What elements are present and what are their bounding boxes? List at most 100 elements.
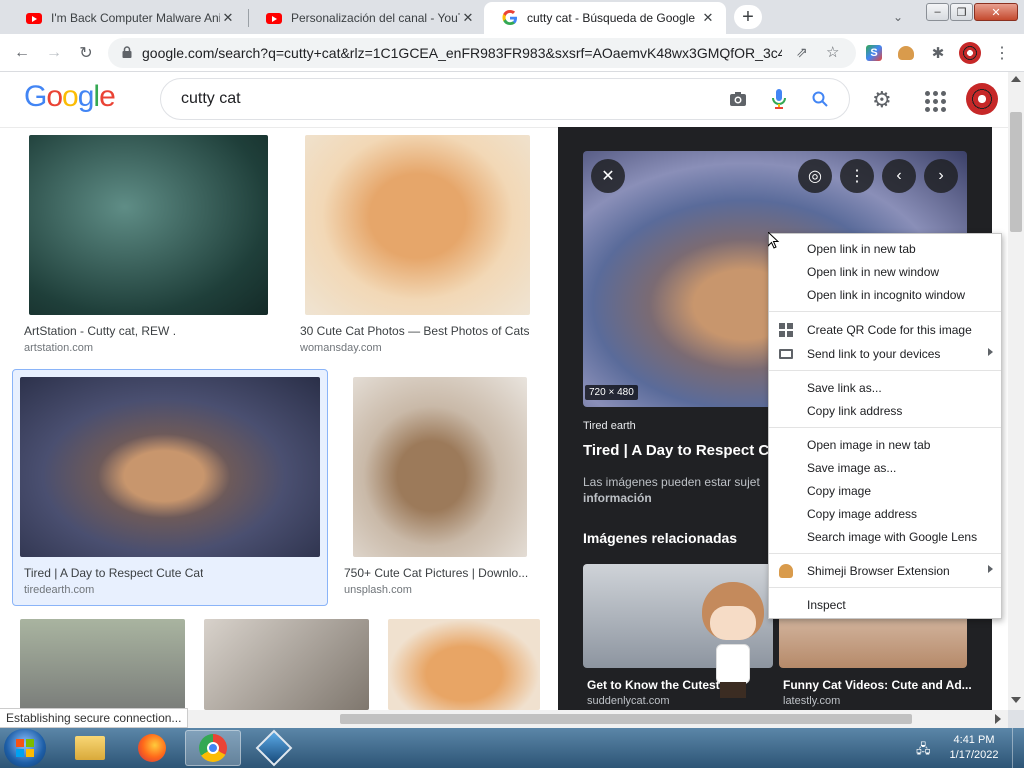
share-icon[interactable]: ⇗ [796,44,808,61]
clock-date: 1/17/2022 [949,749,999,761]
image-result[interactable] [20,619,185,710]
address-bar[interactable]: google.com/search?q=cutty+cat&rlz=1C1GCE… [108,38,856,68]
menu-save-link-as[interactable]: Save link as... [769,377,1001,399]
taskbar-firefox[interactable] [124,730,180,766]
scroll-down-icon[interactable] [1011,697,1021,703]
next-button[interactable]: › [924,159,958,193]
result-title[interactable]: 30 Cute Cat Photos — Best Photos of Cats [300,324,529,338]
minimize-button[interactable]: ‒ [926,3,949,21]
forward-button[interactable]: → [42,41,66,65]
google-header: Google cutty cat ⚙ [0,72,1008,128]
taskbar-clock[interactable]: 4:41 PM 1/17/2022 [944,733,1004,763]
result-thumbnail[interactable] [388,619,540,710]
scroll-up-icon[interactable] [1011,76,1021,82]
start-button[interactable] [4,729,46,767]
extensions-button[interactable]: ✱ [926,41,950,65]
tab-youtube-channel[interactable]: Personalización del canal - YouTu ✕ [248,2,486,34]
more-options-button[interactable]: ⋮ [840,159,874,193]
bookmark-star-icon[interactable]: ☆ [826,43,839,61]
microphone-icon[interactable] [767,87,791,111]
reload-button[interactable]: ↻ [74,41,98,65]
image-result[interactable]: 750+ Cute Cat Pictures | Downlo... unspl… [344,377,544,599]
previous-button[interactable]: ‹ [882,159,916,193]
tab-google-search[interactable]: cutty cat - Búsqueda de Google ✕ [484,2,726,34]
more-info-link[interactable]: información [583,491,652,505]
search-icon[interactable] [808,87,832,111]
menu-button[interactable]: ⋮ [990,41,1014,65]
image-result[interactable] [388,619,540,710]
menu-copy-image-address[interactable]: Copy image address [769,503,1001,525]
menu-open-link-new-tab[interactable]: Open link in new tab [769,238,1001,260]
close-tab-icon[interactable]: ✕ [220,10,236,26]
tab-youtube-malware[interactable]: I'm Back Computer Malware Anim ✕ [8,2,246,34]
menu-create-qr-code[interactable]: Create QR Code for this image [769,319,1001,341]
shimeji-extension-button[interactable] [894,41,918,65]
firefox-icon [138,734,166,762]
new-tab-button[interactable]: + [734,5,762,29]
menu-search-google-lens[interactable]: Search image with Google Lens [769,526,1001,548]
close-tab-icon[interactable]: ✕ [700,10,716,26]
menu-copy-image[interactable]: Copy image [769,480,1001,502]
account-avatar[interactable] [966,83,998,115]
menu-open-image-new-tab[interactable]: Open image in new tab [769,434,1001,456]
back-button[interactable]: ← [10,41,34,65]
scroll-right-icon[interactable] [995,714,1001,724]
avatar [959,42,981,64]
taskbar-virtualbox[interactable] [246,729,302,767]
google-logo[interactable]: Google [24,80,116,114]
preview-title[interactable]: Tired | A Day to Respect Cut [583,442,783,459]
menu-item-label: Copy image address [807,507,918,521]
menu-inspect[interactable]: Inspect [769,594,1001,616]
scrollbar-thumb[interactable] [1010,112,1022,232]
profile-button[interactable] [958,41,982,65]
preview-source[interactable]: Tired earth [583,420,636,432]
vertical-scrollbar[interactable] [1008,72,1024,710]
related-images-heading: Imágenes relacionadas [583,530,738,546]
menu-shimeji-extension[interactable]: Shimeji Browser Extension [769,560,1001,582]
result-thumbnail[interactable] [353,377,527,557]
scrollbar-thumb[interactable] [340,714,912,724]
menu-item-label: Open link in new tab [807,242,916,256]
lens-button[interactable]: ◎ [798,159,832,193]
close-preview-button[interactable]: ✕ [591,159,625,193]
lock-icon [122,45,132,61]
taskbar-chrome[interactable] [185,730,241,766]
image-result-selected[interactable]: Tired | A Day to Respect Cute Cat tirede… [20,377,320,599]
related-title-2[interactable]: Funny Cat Videos: Cute and Ad... [783,678,972,692]
search-box[interactable]: cutty cat [160,78,850,120]
tab-search-button[interactable]: ⌄ [886,5,910,29]
taskbar-file-explorer[interactable] [62,730,118,766]
extension-s-button[interactable]: S [862,41,886,65]
result-thumbnail[interactable] [204,619,369,710]
shimeji-character[interactable] [694,582,774,710]
apps-button[interactable] [922,88,946,112]
search-input[interactable]: cutty cat [181,90,726,108]
menu-item-label: Copy image [807,484,872,498]
result-thumbnail[interactable] [20,619,185,710]
camera-icon[interactable] [726,87,750,111]
plus-icon: + [742,5,754,28]
result-thumbnail[interactable] [20,377,320,557]
close-tab-icon[interactable]: ✕ [460,10,476,26]
image-result[interactable]: ArtStation - Cutty cat, REW . artstation… [24,135,274,360]
result-title[interactable]: ArtStation - Cutty cat, REW . [24,324,176,338]
result-thumbnail[interactable] [305,135,530,315]
menu-save-image-as[interactable]: Save image as... [769,457,1001,479]
show-desktop-button[interactable] [1012,728,1024,768]
settings-button[interactable]: ⚙ [872,88,896,112]
menu-open-link-new-window[interactable]: Open link in new window [769,261,1001,283]
result-title[interactable]: Tired | A Day to Respect Cute Cat [24,566,203,580]
network-icon[interactable]: 🖧 [916,740,931,762]
menu-send-link-devices[interactable]: Send link to your devices [769,343,1001,365]
image-result[interactable]: 30 Cute Cat Photos — Best Photos of Cats… [300,135,540,360]
menu-item-label: Search image with Google Lens [807,530,978,544]
image-result[interactable] [204,619,369,710]
result-site: womansday.com [300,342,382,354]
maximize-button[interactable]: ❐ [950,3,973,21]
qr-code-icon [779,323,793,337]
close-window-button[interactable]: ✕ [974,3,1018,21]
result-thumbnail[interactable] [29,135,268,315]
result-title[interactable]: 750+ Cute Cat Pictures | Downlo... [344,566,528,580]
menu-open-link-incognito[interactable]: Open link in incognito window [769,284,1001,306]
menu-copy-link-address[interactable]: Copy link address [769,400,1001,422]
